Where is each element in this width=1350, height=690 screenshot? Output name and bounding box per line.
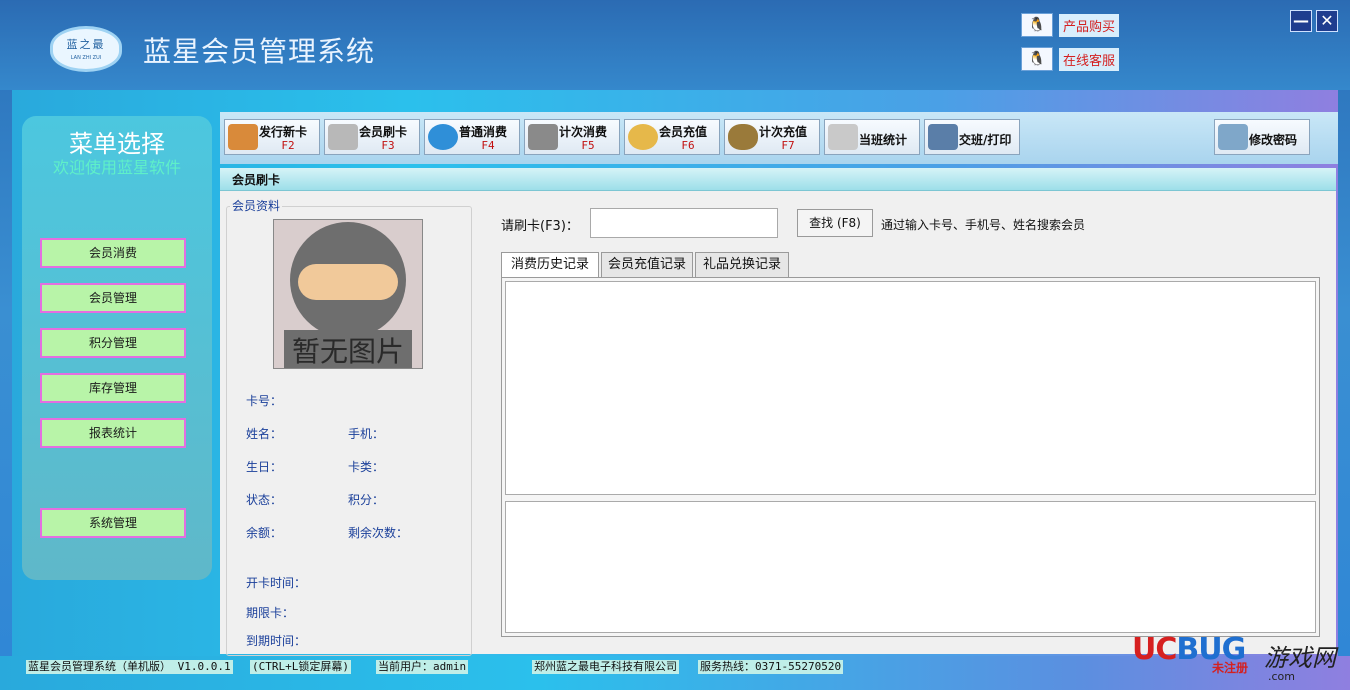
keys-icon: [1218, 124, 1248, 150]
buy-product-link[interactable]: 🐧 产品购买: [1021, 13, 1120, 37]
member-recharge-button[interactable]: 会员充值 F6: [624, 119, 720, 155]
qq-penguin-icon: 🐧: [1021, 13, 1053, 37]
watermark-brand-blue: BUG: [1176, 632, 1246, 667]
period-card-label: 期限卡：: [246, 606, 295, 620]
tab-gift-exchange[interactable]: 礼品兑换记录: [695, 252, 789, 278]
no-photo-caption: 暂无图片: [291, 335, 404, 368]
menu-item-member-manage[interactable]: 会员管理: [40, 283, 186, 313]
tab-consume-history[interactable]: 消费历史记录: [501, 252, 599, 279]
search-hint: 通过输入卡号、手机号、姓名搜索会员: [881, 218, 1086, 232]
menu-item-inventory-manage[interactable]: 库存管理: [40, 373, 186, 403]
count-consume-shortcut: F5: [581, 139, 595, 152]
issue-card-button[interactable]: 发行新卡 F2: [224, 119, 320, 155]
swipe-card-label: 请刷卡(F3)：: [501, 219, 579, 234]
member-recharge-label: 会员充值: [659, 125, 708, 139]
status-company: 郑州蓝之最电子科技有限公司: [532, 660, 679, 674]
online-service-link[interactable]: 🐧 在线客服: [1021, 47, 1120, 71]
count-consume-button[interactable]: 计次消费 F5: [524, 119, 620, 155]
tab-recharge-history[interactable]: 会员充值记录: [601, 252, 693, 278]
close-button[interactable]: ✕: [1316, 10, 1338, 32]
handover-print-label: 交班/打印: [959, 133, 1012, 147]
money-bag-icon: [728, 124, 758, 150]
printer-icon: [928, 124, 958, 150]
member-recharge-shortcut: F6: [681, 139, 695, 152]
name-label: 姓名：: [246, 427, 283, 441]
piggy-bank-icon: [628, 124, 658, 150]
count-recharge-shortcut: F7: [781, 139, 795, 152]
points-label: 积分：: [348, 493, 385, 507]
logo-text: 蓝之最: [66, 38, 106, 51]
normal-consume-button[interactable]: 普通消费 F4: [424, 119, 520, 155]
card-no-label: 卡号：: [246, 394, 283, 408]
app-logo: 蓝之最 LAN ZHI ZUI: [50, 26, 122, 72]
swipe-card-button[interactable]: 会员刷卡 F3: [324, 119, 420, 155]
panel-title: 会员刷卡: [232, 173, 281, 187]
status-current-user: 当前用户：admin: [376, 660, 469, 674]
buy-product-label: 产品购买: [1059, 13, 1120, 37]
status-hotline: 服务热线：0371-55270520: [698, 660, 844, 674]
birthday-label: 生日：: [246, 460, 283, 474]
card-stack-icon: [228, 124, 258, 150]
handover-print-button[interactable]: 交班/打印: [924, 119, 1020, 155]
menu-item-reports[interactable]: 报表统计: [40, 418, 186, 448]
change-password-button[interactable]: 修改密码: [1214, 119, 1310, 155]
count-recharge-label: 计次充值: [759, 125, 808, 139]
open-time-label: 开卡时间：: [246, 576, 307, 590]
menu-item-system-manage[interactable]: 系统管理: [40, 508, 186, 538]
find-button[interactable]: 查找 (F8): [797, 209, 873, 237]
checklist-icon: [528, 124, 558, 150]
sidebar-menu: 菜单选择 欢迎使用蓝星软件 会员消费 会员管理 积分管理 库存管理 报表统计 系…: [22, 116, 212, 580]
watermark-brand: UCBUG: [1132, 632, 1246, 667]
member-photo: 暂无图片: [273, 219, 423, 369]
tab-content: [501, 277, 1320, 637]
app-title: 蓝星会员管理系统: [143, 35, 376, 68]
change-password-label: 修改密码: [1249, 133, 1298, 147]
title-bar: 蓝之最 LAN ZHI ZUI 蓝星会员管理系统 🐧 产品购买 🐧 在线客服 — ✕: [0, 0, 1350, 90]
balance-label: 余额：: [246, 526, 283, 540]
shift-stats-button[interactable]: 当班统计: [824, 119, 920, 155]
status-lock-hint: (CTRL+L锁定屏幕): [250, 660, 351, 674]
toolbar: 发行新卡 F2 会员刷卡 F3 普通消费 F4 计次消费 F5 会员充值 F6 …: [220, 112, 1338, 164]
qq-penguin-icon: 🐧: [1021, 47, 1053, 71]
remaining-times-label: 剩余次数：: [348, 526, 409, 540]
normal-consume-label: 普通消费: [459, 125, 508, 139]
watermark-brand-red: UC: [1132, 632, 1177, 667]
swipe-card-shortcut: F3: [381, 139, 395, 152]
watermark-cn: 游戏网: [1264, 644, 1336, 672]
issue-card-shortcut: F2: [281, 139, 295, 152]
watermark-url: .com: [1268, 670, 1295, 683]
swipe-card-label: 会员刷卡: [359, 125, 408, 139]
card-type-label: 卡类：: [348, 460, 385, 474]
menu-item-member-consume[interactable]: 会员消费: [40, 238, 186, 268]
status-label: 状态：: [246, 493, 283, 507]
shift-stats-label: 当班统计: [859, 133, 908, 147]
credit-card-icon: [328, 124, 358, 150]
site-watermark: UCBUG 游戏网 .com: [1132, 628, 1350, 690]
consume-history-grid[interactable]: [505, 281, 1316, 495]
online-service-label: 在线客服: [1059, 47, 1120, 71]
count-consume-label: 计次消费: [559, 125, 608, 139]
menu-item-points-manage[interactable]: 积分管理: [40, 328, 186, 358]
member-info-legend: 会员资料: [230, 197, 283, 214]
logo-subtext: LAN ZHI ZUI: [70, 55, 102, 61]
consume-detail-grid[interactable]: [505, 501, 1316, 633]
panel-header: 会员刷卡: [220, 168, 1336, 191]
menu-welcome: 欢迎使用蓝星软件: [52, 158, 181, 177]
minimize-button[interactable]: —: [1290, 10, 1312, 32]
normal-consume-shortcut: F4: [481, 139, 495, 152]
card-input[interactable]: [590, 208, 778, 238]
issue-card-label: 发行新卡: [259, 125, 308, 139]
buy-now-icon: [428, 124, 458, 150]
swipe-card-panel: 会员刷卡 会员资料 暂无图片 卡号： 姓名： 手机： 生日： 卡类： 状态： 积…: [220, 168, 1336, 656]
count-recharge-button[interactable]: 计次充值 F7: [724, 119, 820, 155]
status-app-version: 蓝星会员管理系统（单机版） V1.0.0.1: [26, 660, 233, 674]
expire-time-label: 到期时间：: [246, 634, 307, 648]
document-icon: [828, 124, 858, 150]
phone-label: 手机：: [348, 427, 385, 441]
